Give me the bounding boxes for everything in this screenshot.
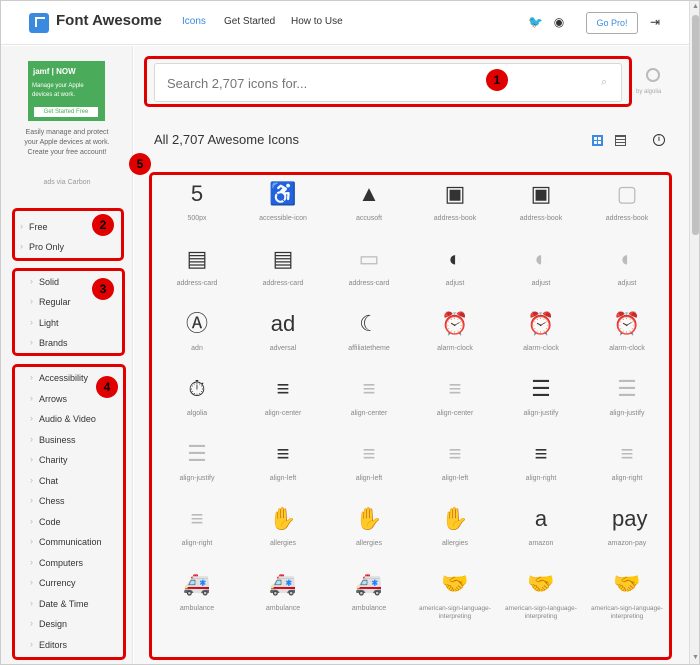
annotation-box-search [144, 56, 632, 107]
twitter-icon[interactable]: 🐦 [528, 15, 543, 29]
list-view-icon[interactable] [615, 135, 626, 146]
annotation-badge-1: 1 [486, 69, 508, 91]
nav-how-to-use[interactable]: How to Use [291, 16, 343, 27]
algolia-logo-icon[interactable] [646, 68, 660, 82]
results-title: All 2,707 Awesome Icons [154, 132, 300, 147]
annotation-badge-3: 3 [92, 278, 114, 300]
page: Font Awesome Icons Get Started How to Us… [0, 0, 700, 665]
ad-headline-1: Manage your Apple [32, 83, 84, 89]
ad-via[interactable]: ads via Carbon [21, 179, 113, 186]
annotation-badge-2: 2 [92, 214, 114, 236]
annotation-badge-4: 4 [96, 376, 118, 398]
sign-in-icon[interactable]: ⇥ [648, 15, 662, 29]
top-nav: Font Awesome Icons Get Started How to Us… [1, 1, 689, 45]
annotation-box-categories [12, 364, 126, 660]
annotation-box-icon-grid [149, 172, 672, 660]
font-awesome-flag-icon[interactable] [29, 13, 49, 33]
search-by-algolia[interactable]: by algolia [636, 89, 661, 95]
grid-view-icon[interactable] [592, 135, 603, 146]
info-icon[interactable]: i [653, 134, 665, 146]
ad-cta-button[interactable]: Get Started Free [34, 107, 98, 117]
nav-icons[interactable]: Icons [182, 16, 206, 27]
annotation-badge-5: 5 [129, 153, 151, 175]
ad-brand: jamf | NOW [33, 67, 76, 76]
github-icon[interactable]: ◉ [552, 15, 566, 29]
scrollbar-thumb[interactable] [692, 15, 699, 235]
ad-description[interactable]: Easily manage and protect your Apple dev… [21, 128, 113, 158]
nav-get-started[interactable]: Get Started [224, 16, 275, 27]
ad-banner[interactable]: jamf | NOW Manage your Apple devices at … [28, 61, 105, 121]
ad-headline-2: devices at work. [32, 92, 76, 98]
scroll-up-arrow-icon[interactable]: ▲ [692, 3, 699, 10]
page-scrollbar[interactable]: ▲ ▼ [689, 1, 699, 664]
brand-name[interactable]: Font Awesome [56, 12, 162, 29]
scroll-down-arrow-icon[interactable]: ▼ [692, 654, 699, 661]
go-pro-button[interactable]: Go Pro! [586, 12, 638, 34]
